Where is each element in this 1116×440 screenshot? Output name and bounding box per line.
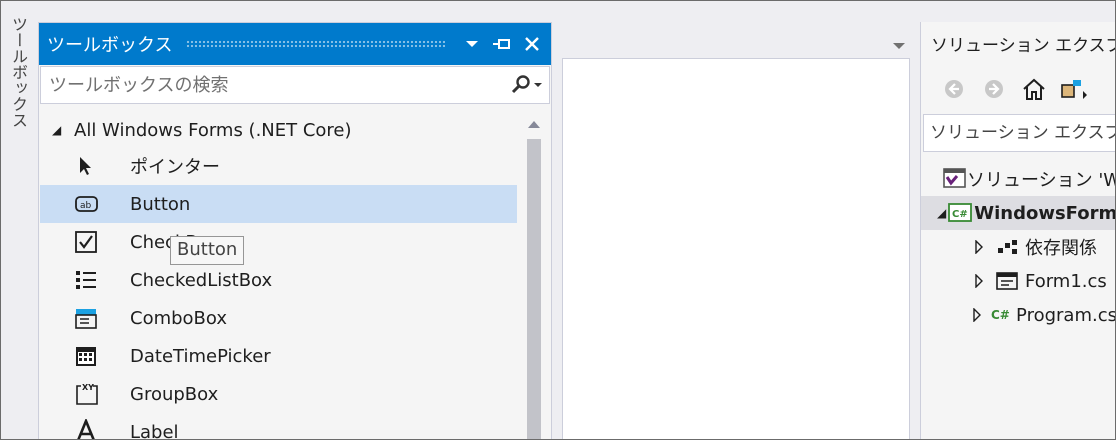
toolbox-item-label: DateTimePicker	[130, 345, 271, 367]
toolbox-side-tab[interactable]: ツールボックス	[8, 16, 30, 146]
category-label: All Windows Forms (.NET Core)	[74, 119, 352, 141]
toolbox-item-combobox[interactable]: ComboBox	[40, 299, 520, 337]
toolbox-search-box[interactable]	[40, 66, 550, 104]
toolbox-item-datetimepicker[interactable]: DateTimePicker	[40, 337, 520, 375]
toolbox-item-label: GroupBox	[130, 383, 219, 405]
toolbox-item-label: ポインター	[130, 157, 220, 178]
combobox-icon	[74, 305, 130, 331]
tree-item-program[interactable]: C# Program.cs	[921, 298, 1116, 332]
tree-item-project[interactable]: ◢ C# WindowsFormsApp	[921, 196, 1116, 230]
collapse-triangle-icon[interactable]: ◢	[52, 123, 74, 137]
svg-text:ab: ab	[80, 201, 92, 211]
toolbox-list: ◢ All Windows Forms (.NET Core) ポインター ab…	[40, 113, 520, 440]
forward-icon[interactable]	[977, 72, 1011, 106]
title-grip[interactable]	[186, 39, 445, 49]
toolbox-item-label-control[interactable]: Label	[40, 413, 520, 440]
toolbox-item-label: CheckedListBox	[130, 269, 273, 291]
toolbox-item-checkbox[interactable]: CheckBox	[40, 223, 520, 261]
solution-explorer-panel: ソリューション エクスプローラー ソリューション 'WindowsFormsAp…	[920, 22, 1116, 440]
solution-explorer-search-input[interactable]	[930, 123, 1115, 143]
toolbox-panel: ツールボックス ◢ All Windows Forms (.NET Core) …	[38, 22, 552, 440]
toolbox-item-button[interactable]: ab Button	[40, 185, 517, 223]
dropdown-icon[interactable]	[457, 29, 487, 59]
solution-explorer-search-box[interactable]	[923, 114, 1116, 152]
toolbox-item-groupbox[interactable]: XY GroupBox	[40, 375, 520, 413]
toolbox-item-label: ComboBox	[130, 307, 228, 329]
toolbox-item-label: Button	[130, 193, 191, 215]
solution-tree: ソリューション 'WindowsFormsApp' ◢ C# WindowsFo…	[921, 162, 1116, 332]
toolbox-title-bar: ツールボックス	[39, 23, 551, 65]
pointer-icon	[74, 153, 130, 179]
pin-icon[interactable]	[487, 29, 517, 59]
tree-item-form1[interactable]: Form1.cs	[921, 264, 1116, 298]
button-icon: ab	[74, 191, 130, 217]
checkedlistbox-icon	[74, 267, 130, 293]
groupbox-icon: XY	[74, 381, 130, 407]
toolbox-search-input[interactable]	[49, 74, 505, 96]
solution-explorer-toolbar	[921, 64, 1116, 114]
toolbox-title: ツールボックス	[47, 35, 173, 56]
scroll-thumb[interactable]	[527, 139, 541, 440]
solution-explorer-title: ソリューション エクスプローラー	[931, 35, 1116, 56]
toolbox-item-pointer[interactable]: ポインター	[40, 147, 520, 185]
tooltip: Button	[170, 236, 245, 265]
collapse-triangle-icon[interactable]: ◢	[937, 206, 946, 220]
checkbox-icon	[74, 229, 130, 255]
toolbox-item-label: Label	[130, 421, 179, 440]
back-icon[interactable]	[937, 72, 971, 106]
tree-item-label: Form1.cs	[1025, 270, 1107, 292]
tree-item-label: ソリューション 'WindowsFormsApp'	[967, 170, 1116, 191]
csharp-project-icon: C#	[946, 202, 974, 224]
home-icon[interactable]	[1017, 72, 1051, 106]
tree-item-label: Program.cs	[1016, 304, 1116, 326]
label-icon	[74, 419, 130, 440]
close-icon[interactable]	[517, 29, 547, 59]
csharp-file-icon: C#	[986, 305, 1016, 325]
tree-item-label: WindowsFormsApp	[974, 202, 1116, 224]
svg-text:C#: C#	[991, 308, 1010, 322]
designer-surface[interactable]	[562, 58, 910, 440]
tree-item-label: 依存関係	[1025, 238, 1097, 259]
tree-item-solution[interactable]: ソリューション 'WindowsFormsApp'	[921, 162, 1116, 196]
scroll-up-icon[interactable]	[519, 113, 549, 135]
svg-text:C#: C#	[952, 209, 968, 220]
form-icon	[989, 270, 1025, 292]
tab-list-dropdown-icon[interactable]	[892, 36, 906, 55]
expand-triangle-icon[interactable]	[969, 308, 986, 322]
solution-icon	[941, 167, 967, 191]
sync-view-icon[interactable]	[1057, 72, 1091, 106]
tree-item-dependencies[interactable]: 依存関係	[921, 230, 1116, 264]
search-icon[interactable]	[505, 75, 549, 95]
datetimepicker-icon	[74, 343, 130, 369]
dependencies-icon	[989, 237, 1025, 257]
toolbox-item-checkedlistbox[interactable]: CheckedListBox	[40, 261, 520, 299]
svg-text:XY: XY	[82, 383, 94, 392]
expand-triangle-icon[interactable]	[969, 240, 989, 254]
expand-triangle-icon[interactable]	[969, 274, 989, 288]
category-header[interactable]: ◢ All Windows Forms (.NET Core)	[40, 113, 520, 147]
toolbox-scrollbar[interactable]	[519, 113, 549, 440]
